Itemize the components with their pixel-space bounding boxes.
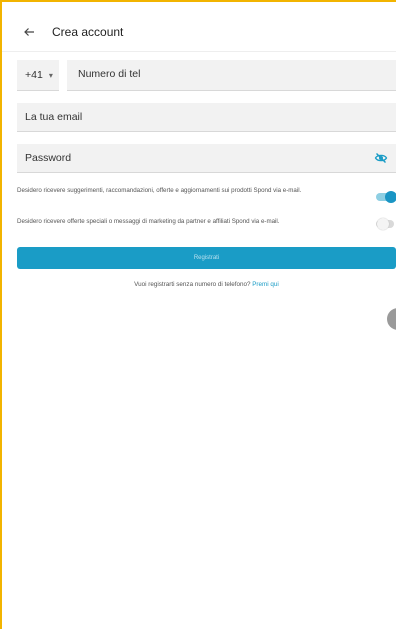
window-frame: [0, 0, 396, 629]
partner-consent-toggle[interactable]: [376, 218, 394, 230]
register-button-label: Registrati: [193, 255, 220, 261]
chevron-down-icon: ▾: [48, 70, 53, 80]
password-input[interactable]: Password: [17, 144, 396, 173]
country-code-select[interactable]: +41 ▾: [17, 60, 59, 91]
partner-consent-text: Desidero ricevere offerte speciali o mes…: [17, 218, 280, 225]
country-code-value: +41: [25, 69, 43, 81]
app-bar: Crea account: [2, 14, 396, 50]
toggle-knob: [385, 191, 396, 203]
page-title: Crea account: [52, 25, 124, 39]
marketing-consent-toggle[interactable]: [376, 191, 396, 203]
marketing-consent-text: Desidero ricevere suggerimenti, raccoman…: [17, 187, 302, 194]
app-bar-divider: [2, 51, 396, 52]
toggle-knob: [377, 218, 389, 230]
eye-off-icon[interactable]: [374, 151, 388, 165]
arrow-left-icon[interactable]: [20, 23, 38, 41]
press-here-link[interactable]: Premi qui: [252, 281, 279, 288]
no-phone-text: Vuoi registrarti senza numero di telefon…: [134, 281, 251, 288]
phone-placeholder: Numero di tel: [78, 68, 141, 80]
register-button[interactable]: Registrati: [17, 247, 396, 269]
email-placeholder: La tua email: [25, 111, 83, 123]
no-phone-prompt: Vuoi registrarti senza numero di telefon…: [17, 281, 396, 288]
phone-input[interactable]: Numero di tel: [67, 60, 396, 91]
email-input[interactable]: La tua email: [17, 103, 396, 132]
password-placeholder: Password: [25, 152, 72, 164]
